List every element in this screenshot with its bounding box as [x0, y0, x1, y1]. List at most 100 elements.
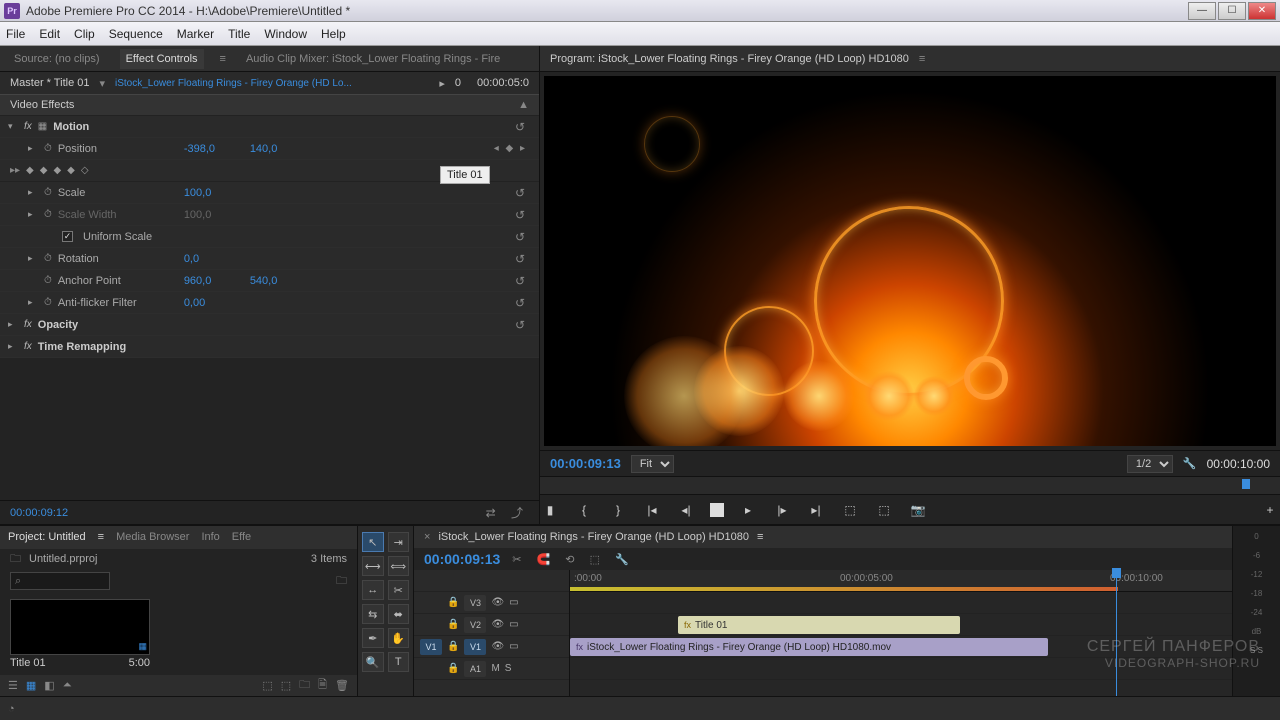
- reset-icon[interactable]: ↺: [515, 252, 531, 266]
- master-clip-label[interactable]: Master * Title 01: [10, 77, 89, 89]
- menu-help[interactable]: Help: [321, 27, 346, 41]
- tab-info[interactable]: Info: [201, 531, 219, 543]
- track-v2[interactable]: fxTitle 01: [570, 614, 1232, 636]
- motion-label[interactable]: Motion: [53, 121, 89, 133]
- disclosure-icon[interactable]: ▸: [8, 319, 18, 330]
- menu-edit[interactable]: Edit: [39, 27, 60, 41]
- uniform-scale-checkbox[interactable]: ✓: [62, 231, 73, 242]
- out-point-marker[interactable]: [1242, 479, 1250, 489]
- freeform-icon[interactable]: ◧: [44, 679, 54, 692]
- clip-video[interactable]: fxiStock_Lower Floating Rings - Firey Or…: [570, 638, 1048, 656]
- timeline-ruler[interactable]: :00:00 00:00:05:00 00:00:10:00: [570, 570, 1232, 592]
- antiflicker-value[interactable]: 0,00: [184, 297, 244, 309]
- track-target-a1[interactable]: A1: [464, 661, 486, 677]
- tab-audio-mixer[interactable]: Audio Clip Mixer: iStock_Lower Floating …: [240, 49, 506, 69]
- work-area-bar[interactable]: [570, 587, 1118, 591]
- stopwatch-icon[interactable]: ⏱: [44, 187, 52, 198]
- new-bin-icon[interactable]: 🗀: [336, 572, 347, 591]
- export-frame-button[interactable]: 📷: [908, 501, 928, 519]
- fx-badge-icon[interactable]: fx: [24, 341, 32, 352]
- eye-icon[interactable]: 👁: [491, 619, 504, 630]
- mute-icon[interactable]: ▭: [509, 597, 518, 608]
- position-x[interactable]: -398,0: [184, 143, 244, 155]
- trash-icon[interactable]: 🗑: [335, 679, 349, 692]
- keyframe-diamond-icon[interactable]: ◆: [40, 165, 48, 176]
- position-y[interactable]: 140,0: [250, 143, 310, 155]
- reset-icon[interactable]: ↺: [515, 318, 531, 332]
- eye-icon[interactable]: 👁: [491, 597, 504, 608]
- disclosure-icon[interactable]: ▸: [8, 341, 18, 352]
- slide-tool[interactable]: ⬌: [388, 604, 410, 624]
- wrench-icon[interactable]: 🔧: [1183, 457, 1197, 470]
- tab-effect-controls[interactable]: Effect Controls: [120, 49, 204, 69]
- menu-file[interactable]: File: [6, 27, 25, 41]
- zoom-tool[interactable]: 🔍: [362, 652, 384, 672]
- panel-menu-icon[interactable]: ≡: [919, 53, 925, 65]
- tab-source[interactable]: Source: (no clips): [8, 49, 106, 69]
- track-v1[interactable]: fxiStock_Lower Floating Rings - Firey Or…: [570, 636, 1232, 658]
- track-v3[interactable]: [570, 592, 1232, 614]
- disclosure-icon[interactable]: ▸: [28, 187, 38, 198]
- keyframe-nav[interactable]: ◂ ◆ ▸: [494, 143, 531, 154]
- time-remapping-label[interactable]: Time Remapping: [38, 341, 126, 353]
- program-ruler[interactable]: [540, 476, 1280, 494]
- add-button[interactable]: +: [1260, 501, 1280, 519]
- keyframe-diamond-icon[interactable]: ◆: [67, 165, 75, 176]
- maximize-button[interactable]: ☐: [1218, 2, 1246, 20]
- clip-title01[interactable]: fxTitle 01: [678, 616, 960, 634]
- dropdown-icon[interactable]: ▾: [99, 77, 105, 90]
- selection-tool[interactable]: ↖: [362, 532, 384, 552]
- solo-buttons[interactable]: S S: [1250, 646, 1263, 655]
- track-target-v1[interactable]: V1: [464, 639, 486, 655]
- sort-icon[interactable]: ⏶: [63, 679, 72, 692]
- razor-tool[interactable]: ✂: [388, 580, 410, 600]
- source-patch-v1[interactable]: V1: [420, 639, 442, 655]
- program-monitor[interactable]: [544, 76, 1276, 446]
- reset-icon[interactable]: ↺: [515, 296, 531, 310]
- collapse-icon[interactable]: ▲: [518, 99, 529, 111]
- minimize-button[interactable]: —: [1188, 2, 1216, 20]
- tab-project[interactable]: Project: Untitled: [8, 531, 86, 543]
- stopwatch-icon[interactable]: ⏱: [44, 297, 52, 308]
- disclosure-icon[interactable]: ▸: [28, 253, 38, 264]
- anchor-y[interactable]: 540,0: [250, 275, 310, 287]
- lift-button[interactable]: ⬚: [840, 501, 860, 519]
- fit-dropdown[interactable]: Fit: [631, 455, 674, 473]
- automate-icon[interactable]: ⬚: [262, 679, 272, 692]
- menu-window[interactable]: Window: [264, 27, 307, 41]
- timeline-tools[interactable]: ✂ 🧲 ⟲ ⬚ 🔧: [512, 553, 634, 566]
- mark-out-button[interactable]: {: [574, 501, 594, 519]
- disclosure-icon[interactable]: ▸: [28, 297, 38, 308]
- icon-view-icon[interactable]: ▦: [26, 679, 36, 692]
- resolution-dropdown[interactable]: 1/2: [1127, 455, 1173, 473]
- stopwatch-icon[interactable]: ⏱: [44, 253, 52, 264]
- go-to-out-button[interactable]: ▸|: [806, 501, 826, 519]
- step-fwd-button[interactable]: |▸: [772, 501, 792, 519]
- new-item-button[interactable]: 🗎: [318, 676, 327, 695]
- panel-menu-icon[interactable]: ≡: [220, 53, 226, 65]
- keyframe-diamond-icon[interactable]: ◆: [53, 165, 61, 176]
- mark-in-button[interactable]: ▮: [540, 501, 560, 519]
- pen-tool[interactable]: ✒: [362, 628, 384, 648]
- lock-icon[interactable]: 🔒: [447, 663, 459, 674]
- keyframe-diamond-icon[interactable]: ◇: [81, 165, 89, 176]
- track-select-tool[interactable]: ⇥: [388, 532, 410, 552]
- type-tool[interactable]: T: [388, 652, 410, 672]
- step-back-button[interactable]: ◂|: [676, 501, 696, 519]
- disclosure-icon[interactable]: ▾: [8, 121, 18, 132]
- eye-icon[interactable]: 👁: [491, 641, 504, 652]
- menu-clip[interactable]: Clip: [74, 27, 95, 41]
- slip-tool[interactable]: ⇆: [362, 604, 384, 624]
- fx-badge-icon[interactable]: fx: [24, 121, 32, 132]
- extract-button[interactable]: ⬚: [874, 501, 894, 519]
- ec-timecode[interactable]: 00:00:09:12: [10, 507, 68, 519]
- tab-media-browser[interactable]: Media Browser: [116, 531, 189, 543]
- fx-badge-icon[interactable]: fx: [24, 319, 32, 330]
- lock-icon[interactable]: 🔒: [447, 597, 459, 608]
- stopwatch-icon[interactable]: ⏱: [44, 275, 52, 286]
- close-button[interactable]: ✕: [1248, 2, 1276, 20]
- panel-menu-icon[interactable]: ≡: [98, 531, 104, 543]
- menu-sequence[interactable]: Sequence: [109, 27, 163, 41]
- project-item[interactable]: ▦ Title 01 5:00: [10, 599, 150, 669]
- mute-icon[interactable]: ▭: [509, 641, 518, 652]
